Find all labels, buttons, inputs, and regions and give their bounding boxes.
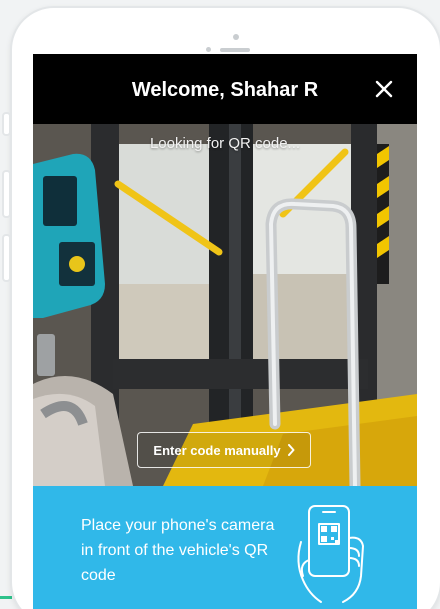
instruction-text: Place your phone's camera in front of th… — [81, 517, 275, 584]
sensor-dot — [233, 34, 239, 40]
manual-button-label: Enter code manually — [153, 442, 281, 458]
volume-down-button — [2, 234, 11, 282]
enter-code-manually-button[interactable]: Enter code manually — [137, 432, 311, 468]
app-stage: Welcome, Shahar R Looking for QR code...… — [0, 0, 440, 609]
chevron-right-icon — [287, 444, 295, 456]
mute-switch — [2, 112, 11, 136]
header-bar: Welcome, Shahar R — [33, 54, 417, 124]
earpiece-speaker — [220, 48, 250, 52]
accent-line — [0, 596, 12, 599]
volume-up-button — [2, 170, 11, 218]
front-camera — [206, 47, 211, 52]
instruction-panel: Place your phone's camera in front of th… — [33, 486, 417, 609]
phone-screen: Welcome, Shahar R Looking for QR code...… — [33, 54, 417, 609]
close-icon[interactable] — [373, 78, 395, 100]
scanner-status: Looking for QR code... — [149, 135, 301, 152]
page-title: Welcome, Shahar R — [131, 79, 319, 101]
hand-holding-phone-qr-icon — [297, 505, 364, 603]
